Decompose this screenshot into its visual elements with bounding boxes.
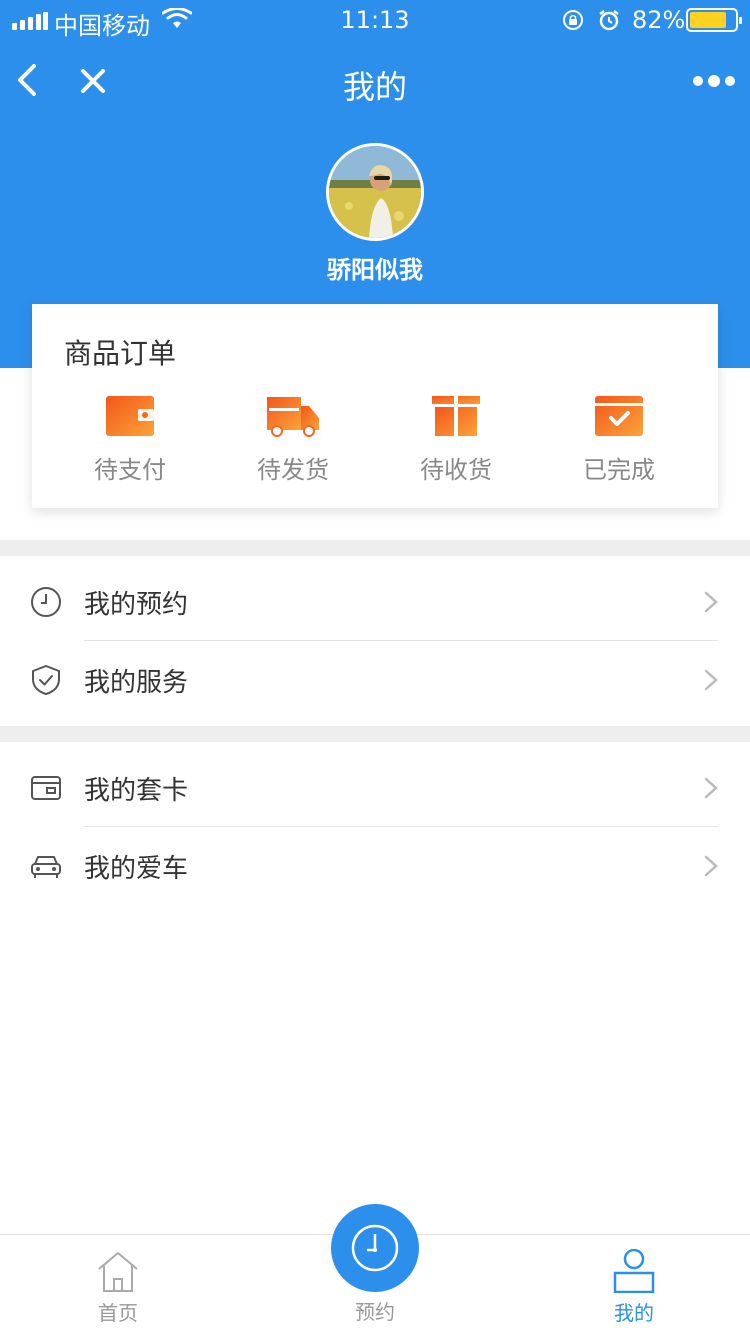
battery-percent: 82% — [632, 6, 686, 34]
order-pending-shipment[interactable]: 待发货 — [233, 394, 353, 494]
clock-icon — [31, 587, 61, 617]
status-bar: 中国移动 11:13 82% — [0, 0, 750, 40]
wallet-icon — [106, 396, 154, 436]
menu-label: 我的服务 — [84, 668, 189, 698]
battery-fill — [690, 12, 726, 28]
chevron-right-icon — [704, 855, 718, 877]
tab-appointment-button[interactable] — [331, 1204, 419, 1292]
tab-label: 首页 — [98, 1301, 138, 1325]
menu-label: 我的套卡 — [84, 776, 189, 806]
tab-appointment-label: 预约 — [355, 1300, 395, 1324]
clock-icon — [351, 1224, 399, 1272]
orders-card: 商品订单 待支付 待发货 待收货 已完成 — [32, 304, 718, 508]
menu-item-my-car[interactable]: 我的爱车 — [0, 822, 750, 908]
menu-item-my-cards[interactable]: 我的套卡 — [0, 744, 750, 830]
truck-icon — [267, 397, 319, 437]
avatar-image — [329, 146, 421, 238]
battery-icon — [686, 8, 742, 32]
tab-home[interactable]: 首页 — [58, 1235, 178, 1334]
menu-item-my-appointments[interactable]: 我的预约 — [0, 558, 750, 644]
avatar[interactable] — [326, 143, 424, 241]
menu-label: 我的爱车 — [84, 854, 189, 884]
order-pending-payment[interactable]: 待支付 — [70, 394, 190, 494]
battery-cap — [739, 17, 742, 24]
orders-title: 商品订单 — [64, 337, 177, 370]
card-icon — [31, 776, 61, 800]
chevron-right-icon — [704, 591, 718, 613]
section-divider — [0, 726, 750, 742]
username: 骄阳似我 — [327, 256, 423, 284]
car-icon — [31, 856, 61, 878]
user-icon — [613, 1249, 655, 1293]
more-icon[interactable] — [690, 70, 738, 92]
section-divider — [0, 540, 750, 556]
alarm-icon — [599, 10, 619, 31]
menu-label: 我的预约 — [84, 590, 189, 620]
menu-item-my-services[interactable]: 我的服务 — [0, 636, 750, 722]
order-label: 待发货 — [257, 456, 329, 484]
completed-icon — [595, 396, 643, 436]
chevron-right-icon — [704, 777, 718, 799]
order-label: 待支付 — [94, 456, 166, 484]
order-label: 待收货 — [420, 456, 492, 484]
gift-icon — [432, 396, 480, 436]
tab-label: 我的 — [614, 1301, 654, 1325]
home-icon — [98, 1252, 138, 1292]
chevron-right-icon — [704, 669, 718, 691]
tab-profile[interactable]: 我的 — [574, 1235, 694, 1334]
rotation-lock-icon — [563, 10, 583, 30]
page-title: 我的 — [342, 68, 407, 106]
navigation-bar: 我的 — [0, 50, 750, 114]
order-label: 已完成 — [583, 456, 655, 484]
shield-icon — [32, 665, 60, 695]
order-completed[interactable]: 已完成 — [559, 394, 679, 494]
order-pending-receipt[interactable]: 待收货 — [396, 394, 516, 494]
